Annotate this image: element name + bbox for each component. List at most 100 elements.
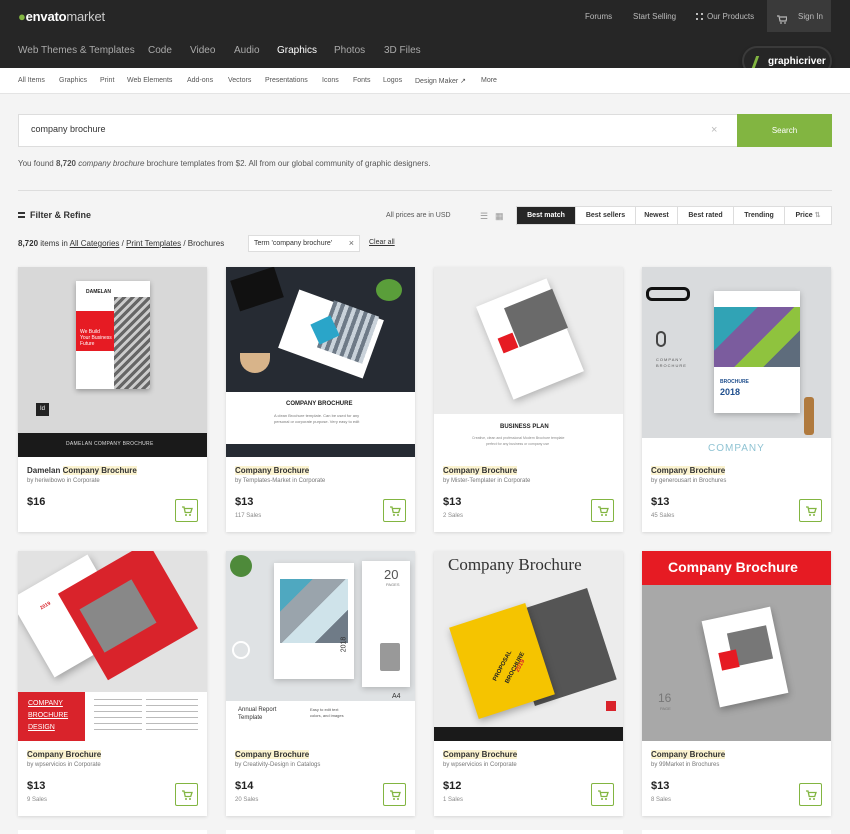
- subnav-add-ons[interactable]: Add-ons: [187, 77, 213, 84]
- product-author[interactable]: by heriwibowo in Corporate: [27, 478, 100, 484]
- add-to-cart-button[interactable]: [383, 783, 406, 806]
- envato-market-logo[interactable]: ●envatomarket: [18, 9, 105, 24]
- product-card: [226, 830, 415, 834]
- add-to-cart-button[interactable]: [175, 499, 198, 522]
- sign-in-area[interactable]: Sign In: [767, 0, 831, 32]
- product-thumbnail[interactable]: 2019 COMPANY BROCHURE DESIGN: [18, 551, 207, 741]
- subnav-fonts[interactable]: Fonts: [353, 77, 371, 84]
- cart-icon[interactable]: [777, 11, 788, 29]
- product-title[interactable]: Damelan Company Brochure: [27, 466, 137, 475]
- add-to-cart-button[interactable]: [383, 499, 406, 522]
- subnav-print[interactable]: Print: [100, 77, 114, 84]
- sort-newest[interactable]: Newest: [636, 207, 678, 224]
- product-price: $12: [443, 780, 462, 792]
- subnav-design-maker[interactable]: Design Maker ↗: [415, 77, 466, 85]
- product-card[interactable]: 2019 COMPANY BROCHURE DESIGN Company Bro…: [18, 551, 207, 816]
- product-author[interactable]: by Templates-Market in Corporate: [235, 478, 325, 484]
- nav-3d-files[interactable]: 3D Files: [384, 45, 421, 56]
- product-price: $14: [235, 780, 254, 792]
- product-author[interactable]: by wpservicios in Corporate: [443, 762, 517, 768]
- sort-bar: Best match Best sellers Newest Best rate…: [516, 206, 832, 225]
- nav-graphics[interactable]: Graphics: [277, 45, 317, 56]
- product-thumbnail[interactable]: COMPANY BROCHURE A clean Brochure templa…: [226, 267, 415, 457]
- sort-price[interactable]: Price ⇅: [785, 207, 831, 224]
- product-card[interactable]: 20 PAGES 2018 Annual Report Template Eas…: [226, 551, 415, 816]
- subnav-icons[interactable]: Icons: [322, 77, 339, 84]
- product-price: $13: [651, 496, 670, 508]
- product-thumbnail[interactable]: Company Brochure 16 PAGE: [642, 551, 831, 741]
- add-to-cart-button[interactable]: [175, 783, 198, 806]
- search-button[interactable]: Search: [737, 114, 832, 147]
- external-link-icon: ↗: [460, 78, 467, 85]
- product-author[interactable]: by 99Market in Brochures: [651, 762, 719, 768]
- product-sales: 8 Sales: [651, 797, 672, 803]
- product-price: $13: [651, 780, 670, 792]
- grid-icon: [696, 13, 703, 20]
- cart-icon: [806, 790, 817, 800]
- product-title[interactable]: Company Brochure: [235, 750, 310, 759]
- sort-best-sellers[interactable]: Best sellers: [576, 207, 636, 224]
- top-bar: ●envatomarket Forums Start Selling Our P…: [0, 0, 850, 32]
- clear-search-icon[interactable]: ×: [711, 124, 717, 136]
- breadcrumb-all-categories[interactable]: All Categories: [70, 239, 120, 248]
- product-card[interactable]: DAMELAN We Build Your Business Future Id…: [18, 267, 207, 532]
- filter-refine-toggle[interactable]: Filter & Refine: [18, 210, 91, 220]
- add-to-cart-button[interactable]: [591, 499, 614, 522]
- our-products-menu[interactable]: Our Products: [696, 12, 754, 21]
- product-title[interactable]: Company Brochure: [651, 750, 726, 759]
- forums-link[interactable]: Forums: [585, 12, 612, 21]
- subnav-presentations[interactable]: Presentations: [265, 77, 308, 84]
- list-view-icon[interactable]: ☰: [480, 211, 488, 222]
- subnav-vectors[interactable]: Vectors: [228, 77, 251, 84]
- product-author[interactable]: by Mister-Templater in Corporate: [443, 478, 530, 484]
- divider: [18, 190, 832, 191]
- add-to-cart-button[interactable]: [799, 783, 822, 806]
- sort-best-rated[interactable]: Best rated: [678, 207, 734, 224]
- indesign-icon: Id: [36, 403, 49, 416]
- clear-all-link[interactable]: Clear all: [369, 239, 395, 246]
- product-title[interactable]: Company Brochure: [27, 750, 102, 759]
- filter-icon: [18, 212, 25, 218]
- grid-view-icon[interactable]: ▦: [495, 211, 504, 222]
- remove-term-icon[interactable]: ×: [349, 236, 354, 251]
- subnav-more[interactable]: More: [481, 77, 497, 84]
- product-thumbnail[interactable]: 20 PAGES 2018 Annual Report Template Eas…: [226, 551, 415, 741]
- breadcrumb-print-templates[interactable]: Print Templates: [126, 239, 181, 248]
- sort-best-match[interactable]: Best match: [517, 207, 576, 224]
- product-thumbnail[interactable]: Company Brochure PROPOSAL BROCHURE 2019: [434, 551, 623, 741]
- product-card[interactable]: BUSINESS PLAN Creative, clean and profes…: [434, 267, 623, 532]
- product-card[interactable]: Company Brochure 16 PAGE Company Brochur…: [642, 551, 831, 816]
- subnav-web-elements[interactable]: Web Elements: [127, 77, 172, 84]
- product-title[interactable]: Company Brochure: [651, 466, 726, 475]
- subnav-logos[interactable]: Logos: [383, 77, 402, 84]
- product-card[interactable]: COMPANY BROCHURE BROCHURE 2018 COMPANY C…: [642, 267, 831, 532]
- product-thumbnail[interactable]: BUSINESS PLAN Creative, clean and profes…: [434, 267, 623, 457]
- add-to-cart-button[interactable]: [591, 783, 614, 806]
- product-author[interactable]: by wpservicios in Corporate: [27, 762, 101, 768]
- nav-web-themes[interactable]: Web Themes & Templates: [18, 45, 135, 56]
- start-selling-link[interactable]: Start Selling: [633, 12, 676, 21]
- product-thumbnail[interactable]: COMPANY BROCHURE BROCHURE 2018 COMPANY: [642, 267, 831, 457]
- product-author[interactable]: by generousart in Brochures: [651, 478, 726, 484]
- product-card[interactable]: COMPANY BROCHURE A clean Brochure templa…: [226, 267, 415, 532]
- product-sales: 2 Sales: [443, 513, 464, 519]
- product-thumbnail[interactable]: DAMELAN We Build Your Business Future Id…: [18, 267, 207, 457]
- nav-code[interactable]: Code: [148, 45, 172, 56]
- product-title[interactable]: Company Brochure: [443, 466, 518, 475]
- breadcrumb-brochures: Brochures: [187, 239, 225, 248]
- nav-video[interactable]: Video: [190, 45, 215, 56]
- search-input[interactable]: [31, 124, 671, 134]
- nav-photos[interactable]: Photos: [334, 45, 365, 56]
- subnav-graphics[interactable]: Graphics: [59, 77, 87, 84]
- product-sales: 20 Sales: [235, 797, 259, 803]
- add-to-cart-button[interactable]: [799, 499, 822, 522]
- nav-audio[interactable]: Audio: [234, 45, 260, 56]
- product-card[interactable]: Company Brochure PROPOSAL BROCHURE 2019 …: [434, 551, 623, 816]
- product-title[interactable]: Company Brochure: [443, 750, 518, 759]
- sign-in-link[interactable]: Sign In: [798, 12, 823, 21]
- subnav-all-items[interactable]: All Items: [18, 77, 45, 84]
- prices-note: All prices are in USD: [386, 212, 451, 219]
- product-author[interactable]: by Creativity-Design in Catalogs: [235, 762, 320, 768]
- sort-trending[interactable]: Trending: [734, 207, 785, 224]
- product-title[interactable]: Company Brochure: [235, 466, 310, 475]
